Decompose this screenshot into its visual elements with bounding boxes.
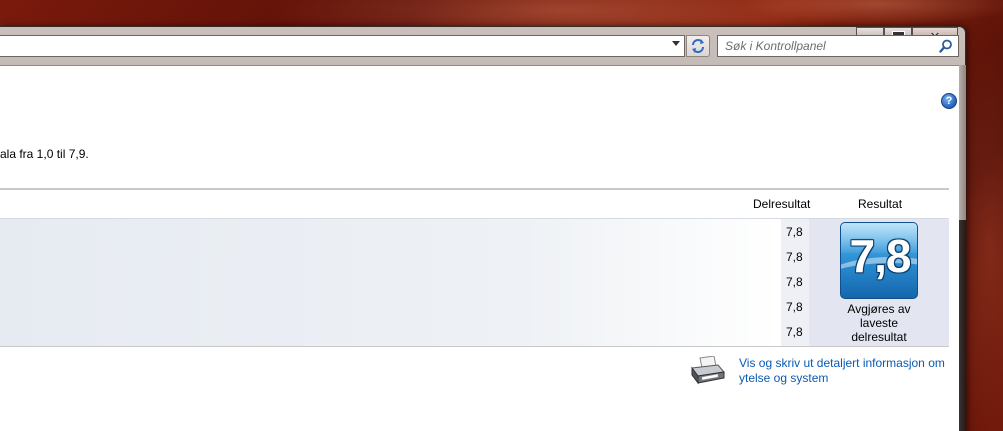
chevron-down-icon[interactable] [672,41,680,46]
caption-line: laveste [859,316,899,330]
print-details-link[interactable]: Vis og skriv ut detaljert informasjon om… [739,356,954,386]
caption-line: Avgjøres av [847,302,911,316]
search-icon[interactable] [939,39,953,53]
link-line[interactable]: Vis og skriv ut detaljert informasjon om [739,356,954,371]
subscore-value: 7,8 [786,325,803,339]
column-header-subscore: Delresultat [753,197,811,211]
refresh-button[interactable] [686,35,710,57]
search-box[interactable] [717,35,959,57]
desktop-edge [959,220,966,431]
column-header-result: Resultat [858,197,903,211]
search-input[interactable] [718,36,933,56]
printer-icon[interactable] [690,356,726,386]
help-icon[interactable]: ? [941,93,957,109]
subscore-value: 7,8 [786,225,803,239]
link-line[interactable]: ytelse og system [739,371,954,386]
base-score-badge: 7,8 [840,222,918,299]
base-score-caption: Avgjøres av laveste delresultat [830,302,928,344]
subscore-value: 7,8 [786,300,803,314]
score-scale-text: ala fra 1,0 til 7,9. [0,147,89,161]
refresh-icon [692,39,704,53]
content-pane: ? ala fra 1,0 til 7,9. Delresultat Resul… [0,65,959,431]
address-bar[interactable] [0,35,685,57]
base-score-value: 7,8 [849,230,912,282]
caption-line: delresultat [851,330,907,344]
table-bottom-border [0,346,949,347]
subscore-value: 7,8 [786,275,803,289]
divider [0,188,949,190]
subscore-value: 7,8 [786,250,803,264]
